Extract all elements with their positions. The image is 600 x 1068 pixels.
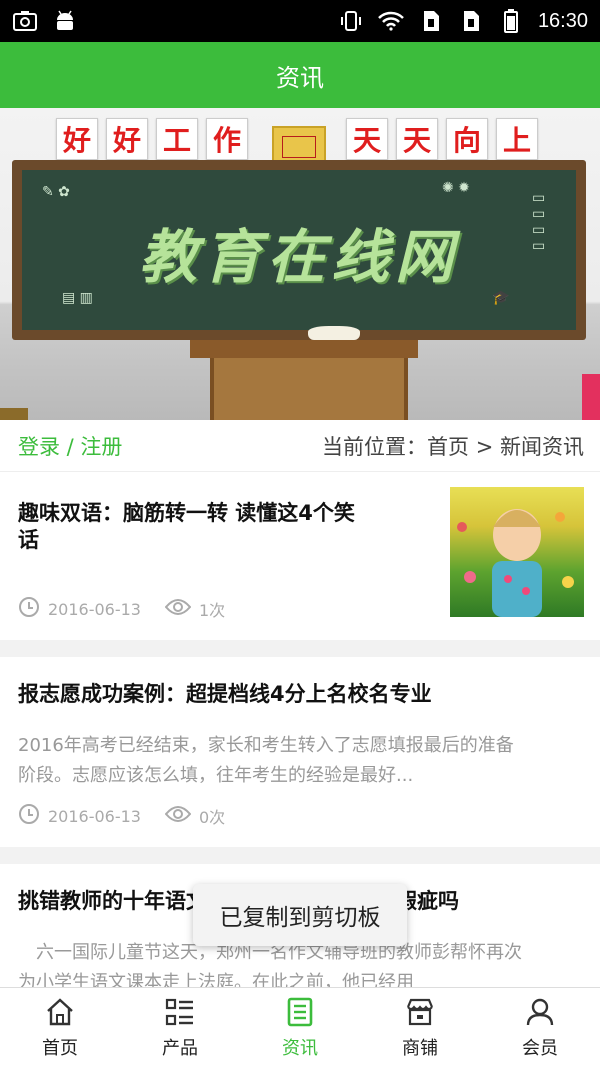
status-bar: 16:30 — [0, 0, 600, 42]
page-header: 资讯 — [0, 42, 600, 108]
fireworks-icon: ✺ ✹ — [442, 180, 470, 196]
bucket-icon — [582, 374, 600, 420]
article-date: 2016-06-13 — [48, 806, 141, 826]
list-icon — [164, 996, 196, 1028]
article-views: 1次 — [198, 601, 226, 620]
nav-item-shop[interactable]: 商铺 — [360, 988, 480, 1068]
clock-icon — [18, 596, 40, 622]
nav-label: 资讯 — [282, 1038, 318, 1059]
podium-top — [190, 340, 418, 358]
clock: 16:30 — [537, 9, 588, 32]
slogan-char: 向 — [446, 118, 488, 160]
article-meta: 2016-06-13 1次 — [18, 596, 239, 622]
nav-label: 产品 — [162, 1038, 198, 1059]
slogan-char: 好 — [106, 118, 148, 160]
nav-item-products[interactable]: 产品 — [120, 988, 240, 1068]
banner-image[interactable]: 好 好 工 作 天 天 向 上 教育在线网 ✎ ✿ ▤ ▥ ✺ ✹ ▭ ▭ ▭ ▭ 🎓 — [0, 108, 600, 420]
article-summary: 2016年高考已经结束，家长和考生转入了志愿填报最后的准备 阶段。志愿应该怎么填… — [18, 735, 514, 786]
nav-label: 会员 — [522, 1038, 558, 1059]
blackboard: 教育在线网 ✎ ✿ ▤ ▥ ✺ ✹ ▭ ▭ ▭ ▭ 🎓 — [22, 170, 576, 330]
nav-item-member[interactable]: 会员 — [480, 988, 600, 1068]
article-item[interactable]: 报志愿成功案例：超提档线4分上名校名专业 2016年高考已经结束，家长和考生转入… — [0, 657, 600, 847]
article-meta: 2016-06-13 0次 — [18, 803, 239, 829]
article-item[interactable]: 趣味双语：脑筋转一转 读懂这4个笑 话 2016-06-13 1次 — [0, 472, 600, 640]
nav-item-home[interactable]: 首页 — [0, 988, 120, 1068]
banner-slogan: 好 好 工 作 天 天 向 上 — [0, 118, 600, 168]
book-icon — [308, 326, 360, 340]
news-icon — [284, 996, 316, 1028]
toast-message: 已复制到剪切板 — [193, 884, 407, 946]
podium — [210, 358, 408, 420]
wifi-icon — [378, 10, 404, 32]
broom-icon — [0, 408, 28, 420]
chalk-doodle-icon: ✎ ✿ — [42, 184, 70, 200]
article-thumbnail — [450, 487, 584, 617]
battery-icon — [498, 9, 524, 33]
slogan-char: 好 — [56, 118, 98, 160]
android-icon — [52, 10, 78, 32]
bottom-nav: 首页 产品 资讯 商铺 会员 — [0, 987, 600, 1068]
slogan-char: 天 — [396, 118, 438, 160]
screenshot-icon — [12, 10, 38, 32]
home-icon — [44, 996, 76, 1028]
slogan-char: 天 — [346, 118, 388, 160]
page-title: 资讯 — [276, 63, 324, 92]
sim2-icon — [458, 10, 484, 32]
nav-label: 商铺 — [402, 1038, 438, 1059]
article-title: 趣味双语：脑筋转一转 读懂这4个笑 话 — [18, 501, 355, 552]
eye-icon — [164, 805, 192, 827]
user-icon — [524, 996, 556, 1028]
shop-icon — [404, 996, 436, 1028]
sim1-icon — [418, 10, 444, 32]
nav-item-news[interactable]: 资讯 — [240, 988, 360, 1068]
eye-icon — [164, 598, 192, 620]
graduate-doodle-icon: 🎓 — [492, 290, 510, 306]
books-doodle-icon: ▤ ▥ — [62, 290, 93, 306]
banner-title: 教育在线网 — [138, 223, 459, 291]
article-date: 2016-06-13 — [48, 599, 141, 619]
vibrate-icon — [338, 10, 364, 32]
slogan-char: 工 — [156, 118, 198, 160]
article-views: 0次 — [198, 808, 226, 827]
breadcrumb-bar: 登录 / 注册 当前位置：首页 > 新闻资讯 — [0, 420, 600, 472]
breadcrumb: 当前位置：首页 > 新闻资讯 — [322, 434, 584, 459]
slogan-char: 作 — [206, 118, 248, 160]
login-register-link[interactable]: 登录 / 注册 — [18, 431, 122, 461]
nav-label: 首页 — [42, 1038, 78, 1059]
schedule-doodle-icon: ▭ ▭ ▭ ▭ — [532, 190, 546, 254]
slogan-char: 上 — [496, 118, 538, 160]
article-title: 报志愿成功案例：超提档线4分上名校名专业 — [18, 682, 432, 706]
clock-icon — [18, 803, 40, 829]
